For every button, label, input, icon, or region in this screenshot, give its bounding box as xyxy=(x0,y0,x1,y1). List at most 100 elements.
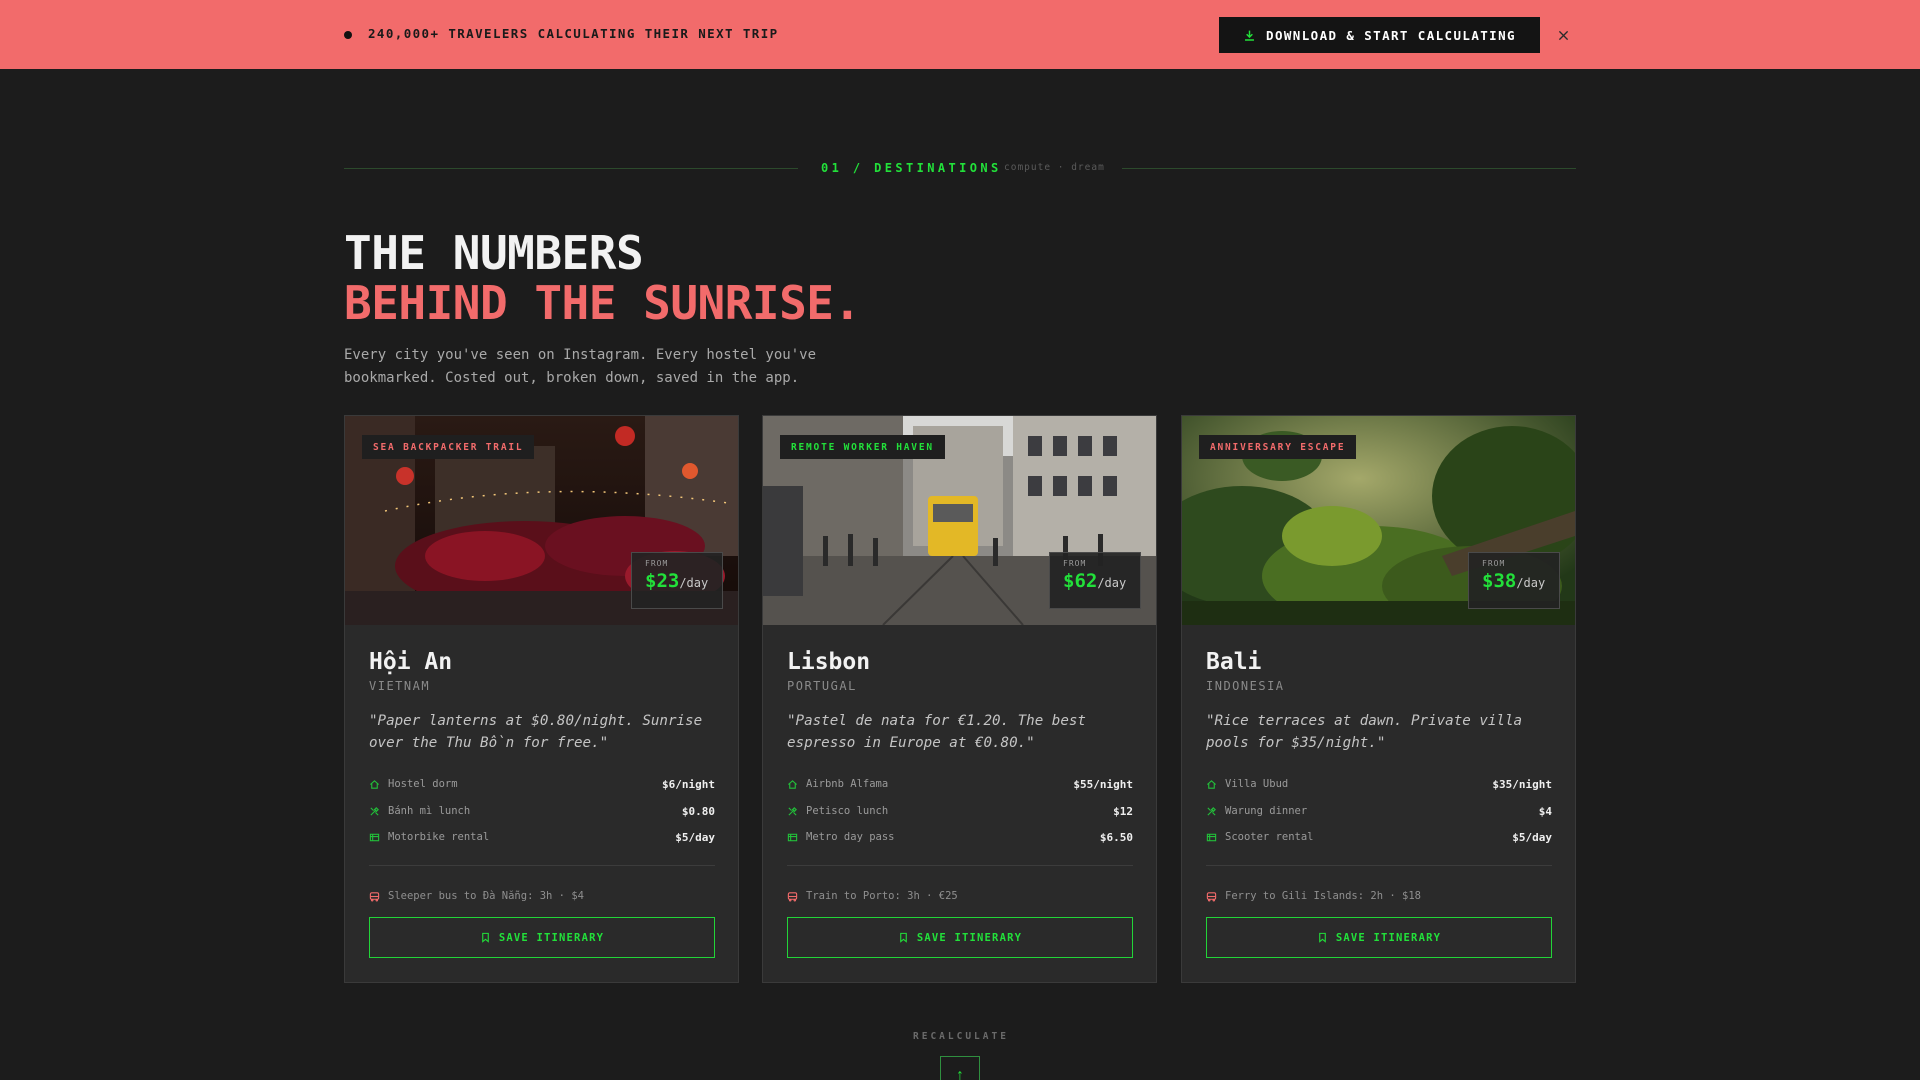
price-value: $62 xyxy=(1063,570,1098,592)
cost-row: Scooter rental $5/day xyxy=(1206,829,1552,845)
price-badge: FROM $38/day xyxy=(1468,552,1560,609)
bookmark-icon xyxy=(482,932,489,943)
price-badge: FROM $62/day xyxy=(1049,552,1141,609)
banner-text: 240,000+ TRAVELERS CALCULATING THEIR NEX… xyxy=(368,26,779,41)
price-unit: /day xyxy=(1516,576,1546,590)
page-headline: THE NUMBERS BEHIND THE SUNRISE. xyxy=(344,228,861,328)
cost-value: $4 xyxy=(1538,804,1552,818)
cost-row: Villa Ubud $35/night xyxy=(1206,776,1552,792)
price-unit: /day xyxy=(679,576,709,590)
destination-name: Lisbon xyxy=(787,649,871,675)
section-divider-left xyxy=(344,168,798,169)
close-icon xyxy=(1558,30,1568,40)
utensils-icon xyxy=(787,806,798,817)
destination-quote: "Rice terraces at dawn. Private villa po… xyxy=(1206,713,1523,751)
cost-value: $55/night xyxy=(1073,777,1133,791)
cost-row: Petisco lunch $12 xyxy=(787,803,1133,819)
destination-country: INDONESIA xyxy=(1206,679,1285,693)
destination-card-hoi-an: SEA BACKPACKER TRAIL FROM $23/day Hội An… xyxy=(344,415,739,983)
section-divider-right xyxy=(1122,168,1576,169)
cost-label: Motorbike rental xyxy=(388,831,490,843)
home-icon xyxy=(787,779,798,790)
arrow-up-icon: ↑ xyxy=(956,1067,964,1080)
home-icon xyxy=(369,779,380,790)
destination-name: Bali xyxy=(1206,649,1262,675)
bus-icon xyxy=(787,891,798,901)
destination-quote: "Pastel de nata for €1.20. The best espr… xyxy=(787,713,1086,751)
destination-country: VIETNAM xyxy=(369,679,431,693)
save-itinerary-label: SAVE ITINERARY xyxy=(916,931,1023,944)
close-banner-button[interactable] xyxy=(1554,26,1572,44)
cost-row: Motorbike rental $5/day xyxy=(369,829,715,845)
cost-value: $5/day xyxy=(675,830,715,844)
cost-label: Warung dinner xyxy=(1225,805,1308,817)
card-tag: SEA BACKPACKER TRAIL xyxy=(362,435,535,459)
card-tag: REMOTE WORKER HAVEN xyxy=(780,435,945,459)
transport-row: Ferry to Gili Islands: 2h · $18 xyxy=(1206,888,1421,904)
cost-value: $12 xyxy=(1113,804,1133,818)
cost-value: $0.80 xyxy=(681,804,715,818)
ticket-icon xyxy=(369,832,380,843)
save-itinerary-label: SAVE ITINERARY xyxy=(498,931,605,944)
status-dot xyxy=(344,31,352,39)
bookmark-icon xyxy=(900,932,907,943)
section-sub: compute · dream xyxy=(1004,162,1105,173)
ticket-icon xyxy=(787,832,798,843)
cost-label: Scooter rental xyxy=(1225,831,1314,843)
price-unit: /day xyxy=(1097,576,1127,590)
download-button-label: DOWNLOAD & START CALCULATING xyxy=(1266,27,1516,43)
recalculate-button[interactable]: ↑ xyxy=(940,1056,980,1080)
price-from-label: FROM xyxy=(1482,559,1506,568)
intro-text: Every city you've seen on Instagram. Eve… xyxy=(344,347,817,386)
cost-label: Petisco lunch xyxy=(806,805,889,817)
price-from-label: FROM xyxy=(645,559,669,568)
save-itinerary-button[interactable]: SAVE ITINERARY xyxy=(1206,917,1552,958)
destination-card-bali: ANNIVERSARY ESCAPE FROM $38/day Bali IND… xyxy=(1181,415,1576,983)
cost-row: Metro day pass $6.50 xyxy=(787,829,1133,845)
destination-name: Hội An xyxy=(369,649,453,675)
transport-text: Sleeper bus to Đà Nẵng: 3h · $4 xyxy=(388,890,584,902)
cost-label: Metro day pass xyxy=(806,831,895,843)
save-itinerary-button[interactable]: SAVE ITINERARY xyxy=(369,917,715,958)
price-badge: FROM $23/day xyxy=(631,552,723,609)
card-divider xyxy=(1206,865,1552,866)
save-itinerary-button[interactable]: SAVE ITINERARY xyxy=(787,917,1133,958)
section-label: 01 / DESTINATIONS xyxy=(821,161,1002,175)
save-itinerary-label: SAVE ITINERARY xyxy=(1335,931,1442,944)
cost-value: $35/night xyxy=(1492,777,1552,791)
destination-country: PORTUGAL xyxy=(787,679,857,693)
destination-card-lisbon: REMOTE WORKER HAVEN FROM $62/day Lisbon … xyxy=(762,415,1157,983)
transport-text: Train to Porto: 3h · €25 xyxy=(806,890,958,902)
cost-label: Villa Ubud xyxy=(1225,778,1289,790)
download-button[interactable]: DOWNLOAD & START CALCULATING xyxy=(1219,17,1540,53)
card-divider xyxy=(787,865,1133,866)
price-value: $23 xyxy=(645,570,680,592)
cost-row: Hostel dorm $6/night xyxy=(369,776,715,792)
destination-quote: "Paper lanterns at $0.80/night. Sunrise … xyxy=(369,713,703,751)
cost-row: Warung dinner $4 xyxy=(1206,803,1552,819)
cost-row: Bánh mì lunch $0.80 xyxy=(369,803,715,819)
cost-value: $5/day xyxy=(1512,830,1552,844)
cost-value: $6/night xyxy=(662,777,715,791)
transport-row: Train to Porto: 3h · €25 xyxy=(787,888,958,904)
headline-line-1: THE NUMBERS xyxy=(344,226,644,280)
download-icon xyxy=(1245,30,1254,41)
cost-label: Hostel dorm xyxy=(388,778,458,790)
cost-value: $6.50 xyxy=(1099,830,1133,844)
cost-label: Bánh mì lunch xyxy=(388,805,471,817)
promo-banner: 240,000+ TRAVELERS CALCULATING THEIR NEX… xyxy=(0,0,1920,69)
ticket-icon xyxy=(1206,832,1217,843)
cost-label: Airbnb Alfama xyxy=(806,778,889,790)
headline-line-2: BEHIND THE SUNRISE. xyxy=(344,276,861,330)
bus-icon xyxy=(369,891,380,901)
card-divider xyxy=(369,865,715,866)
transport-text: Ferry to Gili Islands: 2h · $18 xyxy=(1225,890,1421,902)
cost-row: Airbnb Alfama $55/night xyxy=(787,776,1133,792)
recalculate-label: RECALCULATE xyxy=(913,1031,1009,1042)
transport-row: Sleeper bus to Đà Nẵng: 3h · $4 xyxy=(369,888,584,904)
price-value: $38 xyxy=(1482,570,1517,592)
price-from-label: FROM xyxy=(1063,559,1087,568)
card-tag: ANNIVERSARY ESCAPE xyxy=(1199,435,1357,459)
home-icon xyxy=(1206,779,1217,790)
bookmark-icon xyxy=(1319,932,1326,943)
